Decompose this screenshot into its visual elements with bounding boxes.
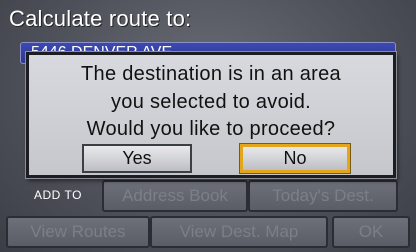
dialog-message-line-1: The destination is in an area (81, 63, 341, 85)
view-routes-button[interactable]: View Routes (6, 216, 150, 248)
add-to-label: ADD TO (34, 188, 82, 202)
view-dest-map-button[interactable]: View Dest. Map (150, 216, 328, 248)
dialog-message-line-2: you selected to avoid. (110, 91, 312, 113)
route-screen: Calculate route to: 5446 DENVER AVE ADD … (0, 0, 416, 252)
todays-dest-button[interactable]: Today's Dest. (248, 180, 398, 212)
page-title: Calculate route to: (9, 6, 192, 31)
address-book-button[interactable]: Address Book (102, 180, 248, 212)
yes-button[interactable]: Yes (82, 144, 192, 173)
no-button[interactable]: No (240, 144, 350, 173)
dialog-message-line-3: Would you like to proceed? (86, 118, 336, 140)
avoid-area-dialog: The destination is in an area you select… (26, 52, 396, 178)
ok-button[interactable]: OK (332, 216, 410, 248)
